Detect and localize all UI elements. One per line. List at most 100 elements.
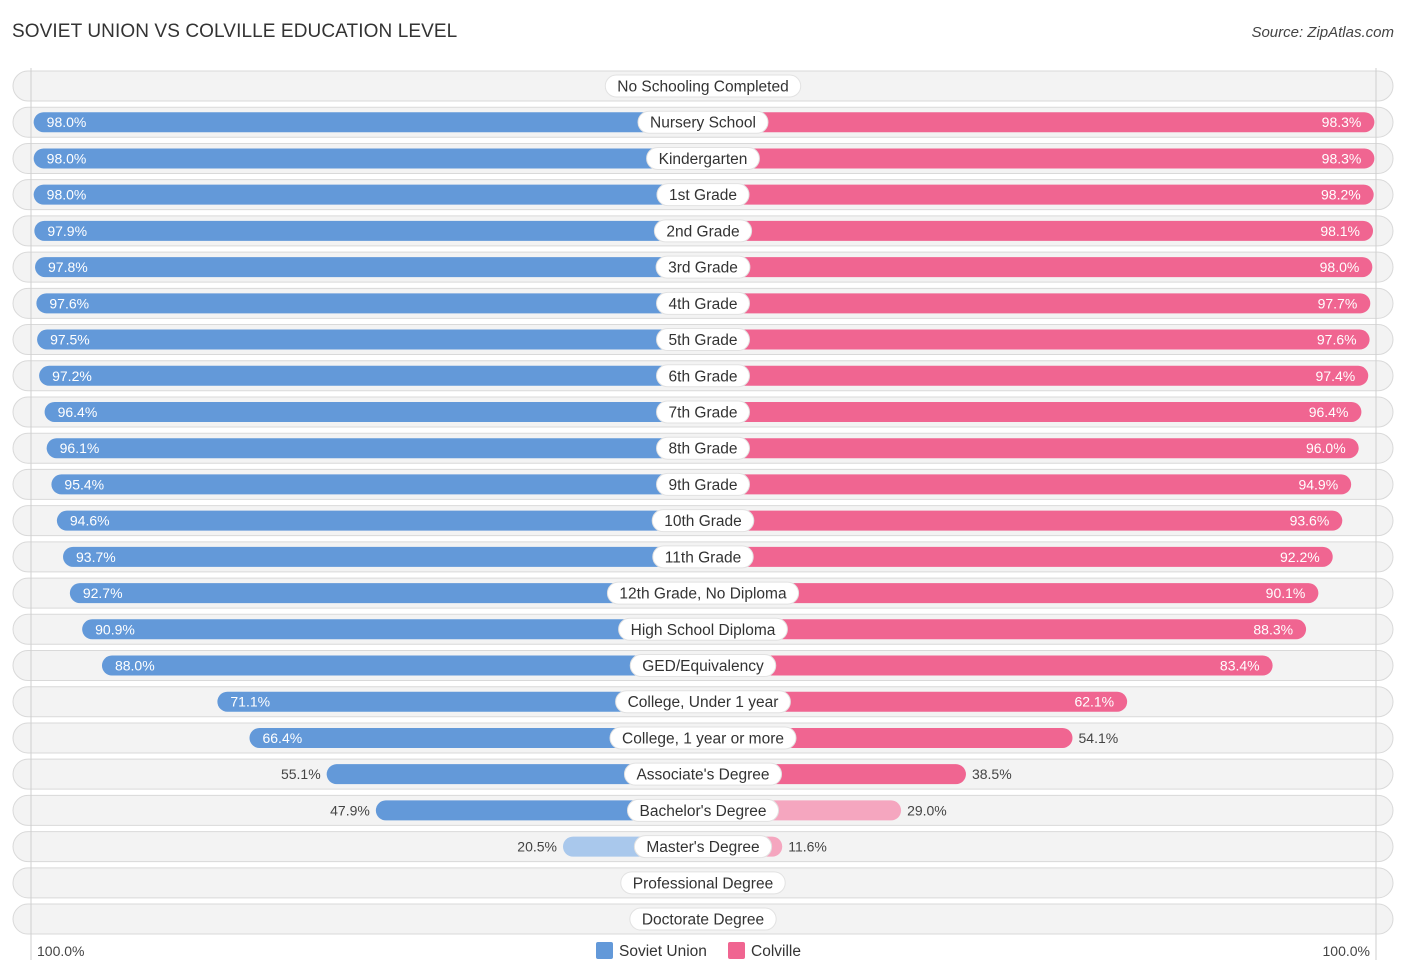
legend-item-soviet-union[interactable]: Soviet Union bbox=[596, 942, 707, 960]
row-professional-degree: 6.6%3.8%Professional Degree bbox=[12, 867, 1394, 899]
value-label-soviet-union: 95.4% bbox=[64, 476, 104, 492]
row-12th-grade-no-diploma: 92.7% 90.1% 12th Grade, No Diploma bbox=[12, 577, 1394, 609]
value-label-colville: 83.4% bbox=[1220, 658, 1260, 674]
bar-colville[interactable] bbox=[693, 329, 1370, 350]
bar-soviet-union[interactable] bbox=[37, 329, 713, 350]
row-high-school-diploma: 90.9% 88.3% High School Diploma bbox=[12, 613, 1394, 645]
chart-rows: 2.0%1.9%No Schooling Completed 98.0% 98.3%… bbox=[12, 70, 1394, 935]
bar-colville[interactable] bbox=[693, 257, 1373, 278]
row-master-s-degree: 20.5% 11.6% Master's Degree bbox=[12, 831, 1394, 863]
category-label: 3rd Grade bbox=[668, 260, 738, 277]
row-2nd-grade: 97.9% 98.1% 2nd Grade bbox=[12, 215, 1394, 247]
bar-colville[interactable] bbox=[693, 365, 1369, 386]
value-label-colville: 98.3% bbox=[1322, 114, 1362, 130]
category-label: 11th Grade bbox=[665, 549, 741, 566]
bar-soviet-union[interactable] bbox=[46, 438, 713, 459]
value-label-colville: 98.2% bbox=[1321, 187, 1361, 203]
category-label: 8th Grade bbox=[669, 441, 738, 458]
value-label-colville: 62.1% bbox=[1074, 694, 1114, 710]
legend: Soviet Union Colville bbox=[596, 942, 801, 960]
value-label-soviet-union: 97.5% bbox=[50, 332, 90, 348]
category-label: No Schooling Completed bbox=[617, 79, 788, 96]
bar-colville[interactable] bbox=[693, 184, 1374, 205]
value-label-soviet-union: 66.4% bbox=[262, 730, 302, 746]
bar-soviet-union[interactable] bbox=[101, 655, 713, 676]
row-ged-equivalency: 88.0% 83.4% GED/Equivalency bbox=[12, 650, 1394, 682]
value-label-soviet-union: 97.6% bbox=[49, 295, 89, 311]
bar-colville[interactable] bbox=[693, 112, 1375, 133]
value-label-soviet-union: 97.8% bbox=[48, 259, 88, 275]
category-label: Doctorate Degree bbox=[642, 912, 764, 929]
bar-soviet-union[interactable] bbox=[34, 220, 713, 241]
value-label-colville: 93.6% bbox=[1290, 513, 1330, 529]
value-label-soviet-union: 98.0% bbox=[47, 114, 87, 130]
row-4th-grade: 97.6% 97.7% 4th Grade bbox=[12, 287, 1394, 319]
row-10th-grade: 94.6% 93.6% 10th Grade bbox=[12, 505, 1394, 537]
category-label: GED/Equivalency bbox=[642, 658, 764, 675]
bar-soviet-union[interactable] bbox=[33, 184, 714, 205]
bar-colville[interactable] bbox=[693, 148, 1375, 169]
legend-swatch-colville bbox=[728, 942, 745, 959]
value-label-colville: 96.4% bbox=[1309, 404, 1349, 420]
category-label: College, 1 year or more bbox=[622, 730, 784, 747]
category-label: 7th Grade bbox=[669, 404, 738, 421]
bar-colville[interactable] bbox=[693, 655, 1273, 676]
bar-soviet-union[interactable] bbox=[56, 510, 713, 531]
value-label-soviet-union: 96.4% bbox=[58, 404, 98, 420]
value-label-soviet-union: 92.7% bbox=[83, 585, 123, 601]
bar-soviet-union[interactable] bbox=[44, 401, 713, 422]
bar-colville[interactable] bbox=[693, 510, 1343, 531]
bar-soviet-union[interactable] bbox=[63, 546, 714, 567]
row-1st-grade: 98.0% 98.2% 1st Grade bbox=[12, 179, 1394, 211]
bar-soviet-union[interactable] bbox=[51, 474, 714, 495]
row-6th-grade: 97.2% 97.4% 6th Grade bbox=[12, 360, 1394, 392]
value-label-colville: 97.6% bbox=[1317, 332, 1357, 348]
bar-colville[interactable] bbox=[693, 438, 1359, 459]
value-label-colville: 98.0% bbox=[1320, 259, 1360, 275]
value-label-colville: 98.1% bbox=[1320, 223, 1360, 239]
row-8th-grade: 96.1% 96.0% 8th Grade bbox=[12, 432, 1394, 464]
value-label-soviet-union: 94.6% bbox=[70, 513, 110, 529]
bar-soviet-union[interactable] bbox=[36, 293, 714, 314]
legend-label-soviet-union: Soviet Union bbox=[619, 943, 707, 960]
bar-colville[interactable] bbox=[693, 220, 1374, 241]
bar-soviet-union[interactable] bbox=[39, 365, 713, 386]
category-label: 9th Grade bbox=[669, 477, 738, 494]
value-label-colville: 96.0% bbox=[1306, 440, 1346, 456]
category-label: Nursery School bbox=[650, 115, 756, 132]
bar-colville[interactable] bbox=[693, 401, 1362, 422]
bar-colville[interactable] bbox=[693, 293, 1371, 314]
bar-colville[interactable] bbox=[693, 546, 1333, 567]
value-label-soviet-union: 93.7% bbox=[76, 549, 116, 565]
value-label-colville: 11.6% bbox=[788, 839, 827, 855]
row-doctorate-degree: 2.5%1.6%Doctorate Degree bbox=[12, 903, 1394, 935]
category-label: Associate's Degree bbox=[636, 767, 769, 784]
value-label-colville: 98.3% bbox=[1322, 150, 1362, 166]
value-label-soviet-union: 98.0% bbox=[47, 187, 87, 203]
category-label: Professional Degree bbox=[633, 875, 773, 892]
value-label-soviet-union: 47.9% bbox=[330, 802, 370, 818]
row-associate-s-degree: 55.1% 38.5% Associate's Degree bbox=[12, 758, 1394, 790]
row-11th-grade: 93.7% 92.2% 11th Grade bbox=[12, 541, 1394, 573]
value-label-colville: 88.3% bbox=[1253, 621, 1293, 637]
value-label-soviet-union: 96.1% bbox=[60, 440, 100, 456]
row-3rd-grade: 97.8% 98.0% 3rd Grade bbox=[12, 251, 1394, 283]
value-label-soviet-union: 71.1% bbox=[230, 694, 270, 710]
value-label-soviet-union: 88.0% bbox=[115, 658, 155, 674]
category-label: Bachelor's Degree bbox=[639, 803, 766, 820]
bar-soviet-union[interactable] bbox=[35, 257, 713, 278]
value-label-colville: 97.4% bbox=[1316, 368, 1356, 384]
row-bachelor-s-degree: 47.9% 29.0% Bachelor's Degree bbox=[12, 794, 1394, 826]
category-label: 1st Grade bbox=[669, 187, 737, 204]
bar-colville[interactable] bbox=[693, 474, 1352, 495]
value-label-colville: 38.5% bbox=[972, 766, 1012, 782]
value-label-colville: 29.0% bbox=[907, 802, 947, 818]
value-label-soviet-union: 98.0% bbox=[47, 150, 87, 166]
bar-soviet-union[interactable] bbox=[33, 112, 714, 133]
value-label-soviet-union: 97.2% bbox=[52, 368, 92, 384]
value-label-colville: 94.9% bbox=[1298, 476, 1338, 492]
legend-item-colville[interactable]: Colville bbox=[728, 942, 801, 960]
bar-soviet-union[interactable] bbox=[33, 148, 714, 169]
row-college-under-1-year: 71.1% 62.1% College, Under 1 year bbox=[12, 686, 1394, 718]
row-college-1-year-or-more: 66.4% 54.1% College, 1 year or more bbox=[12, 722, 1394, 754]
